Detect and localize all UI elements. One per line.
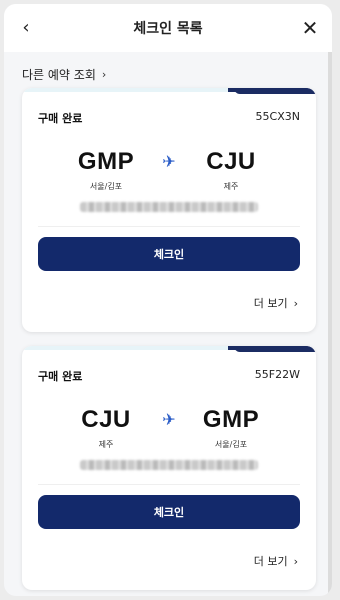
chevron-right-icon: › — [293, 554, 298, 568]
arrival-city: 서울/김포 — [214, 440, 248, 449]
more-link[interactable]: 더 보기 › — [254, 553, 298, 569]
arrival-city: 제주 — [223, 182, 239, 191]
scrollbar[interactable] — [328, 52, 332, 596]
departure-city: 제주 — [98, 440, 114, 449]
arrival-code: GMP — [202, 406, 260, 433]
booking-pnr: 55F22W — [254, 368, 300, 381]
airplane-icon: ✈ — [162, 152, 176, 171]
checkin-button[interactable]: 체크인 — [38, 495, 300, 529]
other-reservation-link[interactable]: 다른 예약 조회 › — [22, 66, 106, 83]
card-divider — [38, 226, 300, 227]
checkin-button[interactable]: 체크인 — [38, 237, 300, 271]
card-accent-bar — [22, 88, 316, 94]
booking-pnr: 55CX3N — [255, 110, 300, 123]
close-icon[interactable]: ✕ — [298, 16, 322, 40]
flight-details-blurred — [80, 460, 258, 470]
app-frame: ‹ 체크인 목록 ✕ 다른 예약 조회 › 구매 완료 55CX3N GMP 서… — [4, 4, 332, 596]
flight-details-blurred — [80, 202, 258, 212]
more-label: 더 보기 — [253, 297, 288, 310]
chevron-right-icon: › — [101, 68, 107, 81]
more-label: 더 보기 — [253, 555, 288, 568]
page-title: 체크인 목록 — [133, 21, 203, 37]
chevron-right-icon: › — [293, 296, 298, 310]
card-divider — [38, 484, 300, 485]
booking-status: 구매 완료 — [38, 370, 83, 383]
card-accent-bar — [22, 346, 316, 352]
booking-card: 구매 완료 55CX3N GMP 서울/김포 ✈ CJU 제주 체크인 더 보기… — [22, 88, 316, 332]
airplane-icon: ✈ — [162, 410, 176, 429]
other-reservation-label: 다른 예약 조회 — [22, 68, 96, 82]
departure-city: 서울/김포 — [89, 182, 123, 191]
booking-card: 구매 완료 55F22W CJU 제주 ✈ GMP 서울/김포 체크인 더 보기… — [22, 346, 316, 590]
top-bar: ‹ 체크인 목록 ✕ — [4, 4, 332, 52]
arrival-code: CJU — [206, 148, 256, 175]
departure-code: GMP — [77, 148, 135, 175]
more-link[interactable]: 더 보기 › — [254, 295, 298, 311]
departure-code: CJU — [81, 406, 131, 433]
booking-status: 구매 완료 — [38, 112, 83, 125]
